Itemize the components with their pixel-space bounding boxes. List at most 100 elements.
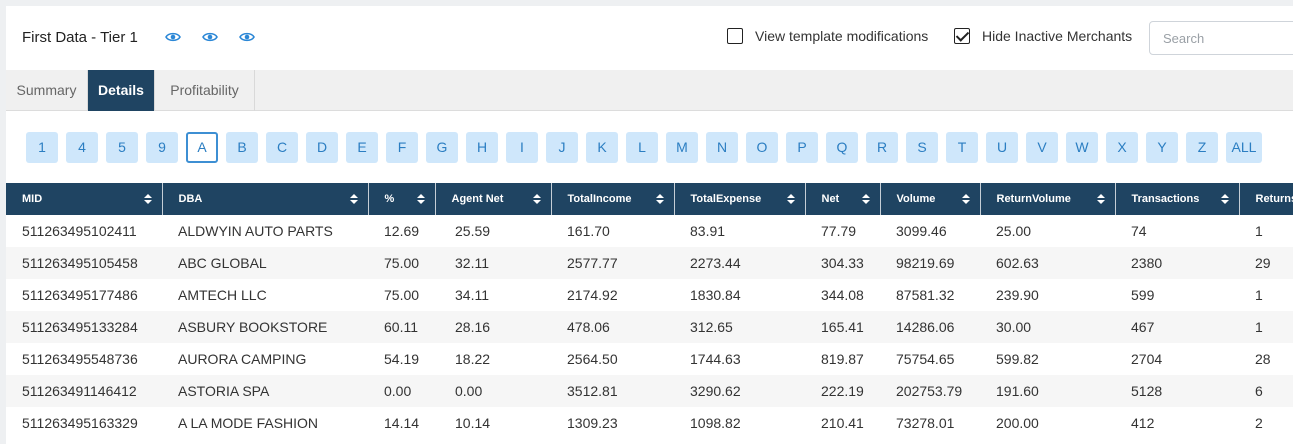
- table-row[interactable]: 511263495102411 ALDWYIN AUTO PARTS 12.69 25…: [6, 215, 1293, 247]
- letter-filter-1[interactable]: 1: [26, 132, 58, 163]
- table-cell: 34.11: [455, 287, 489, 303]
- table-cell: 75754.65: [896, 351, 955, 367]
- column-header-returnvolume[interactable]: ReturnVolume: [980, 183, 1116, 215]
- table-cell: 239.90: [996, 287, 1039, 303]
- letter-filter-r[interactable]: R: [866, 132, 898, 163]
- table-cell: 74: [1131, 223, 1147, 239]
- table-cell: 210.41: [821, 415, 864, 431]
- table-cell: 2704: [1131, 351, 1163, 367]
- tab-details[interactable]: Details: [88, 70, 155, 111]
- letter-filter-i[interactable]: I: [506, 132, 538, 163]
- table-cell: 12.69: [384, 223, 420, 239]
- letter-filter-v[interactable]: V: [1026, 132, 1058, 163]
- letter-filter-k[interactable]: K: [586, 132, 618, 163]
- sort-icon[interactable]: [861, 194, 870, 204]
- column-header-transactions[interactable]: Transactions: [1115, 183, 1240, 215]
- letter-filter-j[interactable]: J: [546, 132, 578, 163]
- letter-filter-f[interactable]: F: [386, 132, 418, 163]
- column-header-agent-net[interactable]: Agent Net: [435, 183, 552, 215]
- table-row[interactable]: 511263495105458 ABC GLOBAL 75.00 32.11 2577.…: [6, 247, 1293, 279]
- eye-icon[interactable]: [202, 30, 218, 44]
- table-cell: AMTECH LLC: [178, 287, 267, 303]
- table-cell: 29: [1239, 247, 1293, 279]
- eye-icon[interactable]: [165, 30, 181, 44]
- table-cell: 28.16: [435, 311, 551, 343]
- tab-summary[interactable]: Summary: [6, 70, 88, 111]
- column-header-net[interactable]: Net: [805, 183, 881, 215]
- tab-profitability[interactable]: Profitability: [155, 70, 255, 111]
- letter-filter-s[interactable]: S: [906, 132, 938, 163]
- table-cell: 77.79: [821, 223, 857, 239]
- letter-filter-9[interactable]: 9: [146, 132, 178, 163]
- table-cell: 602.63: [980, 247, 1115, 279]
- letter-filter-z[interactable]: Z: [1186, 132, 1218, 163]
- sort-icon[interactable]: [1220, 194, 1229, 204]
- sort-icon[interactable]: [961, 194, 970, 204]
- letter-filter-5[interactable]: 5: [106, 132, 138, 163]
- column-header-label: TotalIncome: [567, 193, 632, 205]
- sort-icon[interactable]: [655, 194, 664, 204]
- letter-filter-u[interactable]: U: [986, 132, 1018, 163]
- letter-filter-l[interactable]: L: [626, 132, 658, 163]
- letter-filter-d[interactable]: D: [306, 132, 338, 163]
- column-header-totalincome[interactable]: TotalIncome: [551, 183, 675, 215]
- table-cell: 14286.06: [880, 311, 980, 343]
- table-cell: 75.00: [384, 287, 420, 303]
- table-cell: 467: [1115, 311, 1239, 343]
- table-cell: 3512.81: [551, 375, 674, 407]
- letter-filter-o[interactable]: O: [746, 132, 778, 163]
- letter-filter-x[interactable]: X: [1106, 132, 1138, 163]
- column-header-totalexpense[interactable]: TotalExpense: [674, 183, 806, 215]
- sort-icon[interactable]: [143, 194, 152, 204]
- table-row[interactable]: 511263495163329 A LA MODE FASHION 14.14 10.…: [6, 407, 1293, 439]
- table-cell: 478.06: [551, 311, 674, 343]
- view-template-modifications-toggle[interactable]: View template modifications: [727, 28, 928, 44]
- table-cell: 83.91: [690, 223, 726, 239]
- table-cell: 98219.69: [880, 247, 980, 279]
- table-cell: 1744.63: [690, 351, 741, 367]
- letter-filter-w[interactable]: W: [1066, 132, 1098, 163]
- table-cell: 3290.62: [674, 375, 805, 407]
- table-cell: 30.00: [980, 311, 1115, 343]
- hide-inactive-merchants-toggle[interactable]: Hide Inactive Merchants: [954, 28, 1132, 44]
- sort-icon[interactable]: [532, 194, 541, 204]
- page-header: First Data - Tier 1 View template modifi…: [6, 6, 1293, 70]
- search-input[interactable]: [1149, 21, 1293, 55]
- sort-icon[interactable]: [1096, 194, 1105, 204]
- column-header-[interactable]: %: [368, 183, 436, 215]
- column-header-dba[interactable]: DBA: [162, 183, 369, 215]
- letter-filter-h[interactable]: H: [466, 132, 498, 163]
- letter-filter-q[interactable]: Q: [826, 132, 858, 163]
- table-body: 511263495102411 ALDWYIN AUTO PARTS 12.69 25…: [6, 215, 1293, 439]
- table-row[interactable]: 511263495133284 ASBURY BOOKSTORE 60.11 28.1…: [6, 311, 1293, 343]
- eye-icon[interactable]: [239, 30, 255, 44]
- letter-filter-g[interactable]: G: [426, 132, 458, 163]
- letter-filter-n[interactable]: N: [706, 132, 738, 163]
- tab-bar: Summary Details Profitability: [6, 70, 1293, 111]
- letter-filter-c[interactable]: C: [266, 132, 298, 163]
- letter-filter-m[interactable]: M: [666, 132, 698, 163]
- letter-filter-y[interactable]: Y: [1146, 132, 1178, 163]
- table-cell: 2: [1255, 415, 1263, 431]
- table-cell: 14.14: [384, 415, 420, 431]
- column-header-mid[interactable]: MID: [6, 183, 163, 215]
- table-cell: 1309.23: [567, 415, 618, 431]
- letter-filter-4[interactable]: 4: [66, 132, 98, 163]
- table-row[interactable]: 511263495177486 AMTECH LLC 75.00 34.11 2174.…: [6, 279, 1293, 311]
- sort-icon[interactable]: [416, 194, 425, 204]
- view-template-checkbox[interactable]: [727, 28, 743, 44]
- sort-icon[interactable]: [349, 194, 358, 204]
- column-header-volume[interactable]: Volume: [880, 183, 981, 215]
- letter-filter-b[interactable]: B: [226, 132, 258, 163]
- letter-filter-a[interactable]: A: [186, 132, 218, 163]
- table-row[interactable]: 511263495548736 AURORA CAMPING 54.19 18.22 2…: [6, 343, 1293, 375]
- sort-icon[interactable]: [786, 194, 795, 204]
- letter-filter-all[interactable]: ALL: [1226, 132, 1262, 163]
- letter-filter-p[interactable]: P: [786, 132, 818, 163]
- letter-filter-t[interactable]: T: [946, 132, 978, 163]
- table-cell: 511263495105458: [6, 247, 162, 279]
- column-header-returns[interactable]: Returns: [1239, 183, 1293, 215]
- hide-inactive-checkbox[interactable]: [954, 28, 970, 44]
- letter-filter-e[interactable]: E: [346, 132, 378, 163]
- table-row[interactable]: 511263491146412 ASTORIA SPA 0.00 0.00 3512.8…: [6, 375, 1293, 407]
